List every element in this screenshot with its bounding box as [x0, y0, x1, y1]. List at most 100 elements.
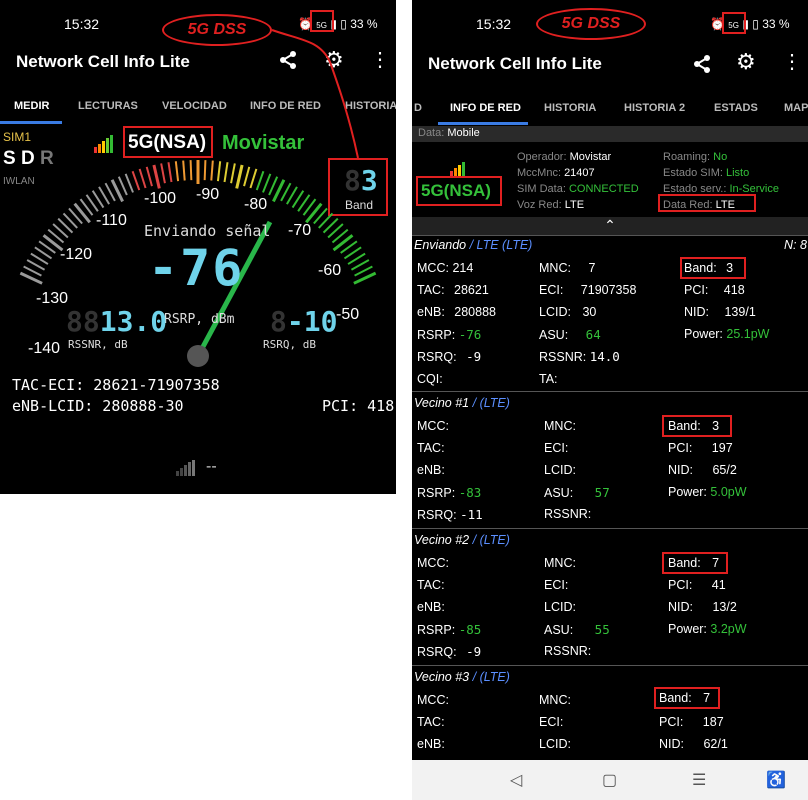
pci-value: 187	[702, 715, 724, 729]
rsrp-value: -76	[458, 327, 482, 342]
network-type: 5G(NSA)	[421, 181, 491, 200]
data-line: Data: Mobile	[418, 127, 480, 139]
highlight-box	[658, 194, 756, 212]
lcid-label: LCID:	[544, 463, 576, 477]
roaming-value: No	[713, 151, 728, 163]
tac-value: 28621	[454, 283, 489, 297]
signal-strength-icon	[450, 158, 466, 176]
power-label: Power:	[668, 485, 707, 499]
vozred-value: LTE	[564, 199, 585, 211]
power-label: Power:	[684, 327, 723, 341]
nid-value: 62/1	[703, 737, 728, 751]
band-value: 3	[712, 419, 720, 433]
rsrq-value: -11	[460, 507, 483, 522]
accessibility-icon[interactable]: ♿	[766, 770, 786, 790]
ta-label: TA:	[539, 372, 558, 386]
mccmnc-value: 21407	[564, 167, 595, 179]
eci-label: ECI:	[539, 283, 564, 297]
rsrp-label: RSRP:	[417, 486, 456, 500]
mnc-label: MNC:	[544, 556, 576, 570]
pci-value: 418	[723, 283, 745, 297]
share-icon[interactable]	[692, 54, 712, 79]
data-value: Mobile	[447, 127, 480, 139]
eci-label: ECI:	[544, 441, 569, 455]
eci-label: ECI:	[539, 715, 564, 729]
serving-tech: / LTE (LTE)	[469, 238, 533, 252]
neighbor-title: Vecino #2	[414, 533, 470, 547]
nid-label: NID:	[684, 305, 709, 319]
mcc-label: MCC:	[417, 556, 449, 570]
eci-label: ECI:	[544, 578, 569, 592]
rsrq-value: -9	[466, 644, 482, 659]
tab-historia[interactable]: HISTORIA	[544, 102, 596, 114]
rsrq-label: RSRQ:	[417, 508, 457, 522]
rsrp-value: -85	[458, 622, 482, 637]
mcc-value: 214	[452, 261, 474, 275]
right-screenshot: 15:32 ⏰ 5G ▮ ▯ 33 % 5G DSS Network Cell …	[412, 0, 808, 800]
tab-map[interactable]: MAP	[784, 102, 808, 114]
lcid-value: 30	[582, 305, 597, 319]
gear-icon[interactable]: ⚙	[736, 51, 756, 73]
neighbor-section-3: Vecino #3 / (LTE) MCC: MNC: Band: 7 TAC:…	[412, 665, 808, 761]
tab-partial[interactable]: D	[414, 102, 422, 114]
pci-value: 197	[711, 441, 733, 455]
power-value: 3.2pW	[710, 622, 747, 636]
mnc-value: 7	[588, 261, 596, 275]
status-time: 15:32	[476, 16, 512, 32]
vozred-label: Voz Red:	[517, 199, 562, 211]
neighbor-tech: / (LTE)	[472, 670, 510, 684]
enb-label: eNB:	[417, 737, 445, 751]
rsrq-value: -9	[466, 349, 482, 364]
tab-info-de-red[interactable]: INFO DE RED	[450, 102, 521, 114]
highlight-box	[722, 12, 746, 34]
lcid-label: LCID:	[544, 600, 576, 614]
neighbor-section-2: Vecino #2 / (LTE) MCC: MNC: Band: 7 TAC:…	[412, 528, 808, 665]
mcc-label: MCC:	[417, 419, 449, 433]
mccmnc-label: MccMnc:	[517, 167, 561, 179]
app-title: Network Cell Info Lite	[428, 54, 602, 73]
operador-label: Operador:	[517, 151, 567, 163]
more-options-icon[interactable]: ⋮	[782, 52, 802, 72]
rssnr-label: RSSNR:	[544, 644, 592, 658]
band-value: 3	[726, 261, 734, 275]
band-value: 7	[712, 556, 720, 570]
serving-cell-section: Enviando / LTE (LTE) N: 8 MCC: 214 MNC: …	[412, 235, 808, 391]
rsrp-value: -83	[458, 485, 482, 500]
asu-value: 64	[585, 327, 601, 342]
neighbor-tech: / (LTE)	[472, 533, 510, 547]
band-label: Band:	[668, 419, 701, 433]
power-value: 25.1pW	[726, 327, 770, 341]
enb-value: 280888	[454, 305, 496, 319]
collapse-icon[interactable]: ⌃	[412, 217, 808, 235]
neighbor-title: Vecino #3	[414, 670, 470, 684]
tac-label: TAC:	[417, 283, 445, 297]
rsrq-label: RSRQ:	[417, 645, 457, 659]
serving-n: N: 8	[784, 238, 807, 252]
back-icon[interactable]: ◁	[510, 770, 522, 790]
tac-label: TAC:	[417, 715, 445, 729]
asu-label: ASU:	[544, 486, 574, 500]
rsrq-label: RSRQ:	[417, 350, 457, 364]
simdata-label: SIM Data:	[517, 183, 566, 195]
power-label: Power:	[668, 622, 707, 636]
power-value: 5.0pW	[710, 485, 747, 499]
nid-value: 13/2	[712, 600, 737, 614]
annotation-5g-dss: 5G DSS	[536, 8, 646, 40]
band-label: Band:	[684, 261, 717, 275]
tab-historia-2[interactable]: HISTORIA 2	[624, 102, 685, 114]
asu-label: ASU:	[544, 623, 574, 637]
tac-label: TAC:	[417, 578, 445, 592]
band-value: 7	[703, 691, 711, 705]
battery-icon: ▯	[752, 17, 759, 31]
tab-estads[interactable]: ESTADS	[714, 102, 758, 114]
recents-icon[interactable]: ☰	[692, 770, 706, 790]
home-icon[interactable]: ▢	[602, 770, 617, 790]
enb-label: eNB:	[417, 305, 445, 319]
mnc-label: MNC:	[539, 261, 571, 275]
estado-sim-label: Estado SIM:	[663, 167, 723, 179]
nid-label: NID:	[668, 600, 693, 614]
nid-label: NID:	[659, 737, 684, 751]
simdata-value: CONNECTED	[568, 183, 639, 195]
neighbor-section-1: Vecino #1 / (LTE) MCC: MNC: Band: 3 TAC:…	[412, 391, 808, 528]
system-nav-bar: ◁ ▢ ☰ ♿	[412, 760, 808, 800]
